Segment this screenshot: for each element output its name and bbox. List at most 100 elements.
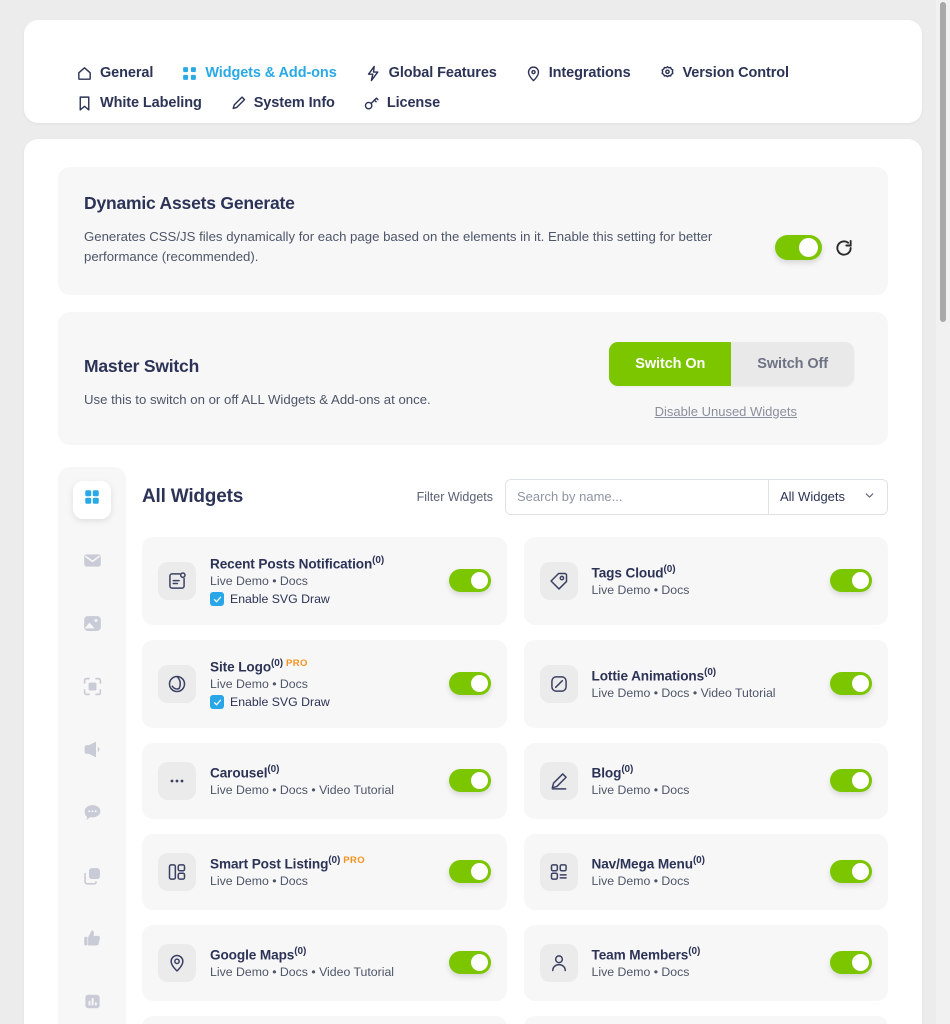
thumbs-up-icon xyxy=(82,928,103,954)
lottie-icon xyxy=(540,665,578,703)
tab-version-control[interactable]: Version Control xyxy=(659,58,789,88)
widget-name-text: Google Maps xyxy=(210,947,294,962)
widget-toggle[interactable] xyxy=(449,769,491,792)
megaphone-icon xyxy=(82,739,103,765)
tab-system-info[interactable]: System Info xyxy=(230,88,335,118)
master-switch-text: Master Switch Use this to switch on or o… xyxy=(84,342,431,410)
widget-toggle[interactable] xyxy=(830,860,872,883)
disable-unused-widgets-link[interactable]: Disable Unused Widgets xyxy=(655,404,797,419)
tab-integrations-label: Integrations xyxy=(549,58,631,88)
widget-card[interactable]: Carousel(0) Live Demo • Docs • Video Tut… xyxy=(142,743,507,819)
widget-info: Carousel(0) Live Demo • Docs • Video Tut… xyxy=(210,764,435,798)
dynamic-assets-toggle[interactable] xyxy=(775,235,822,260)
widget-count: (0) xyxy=(271,658,283,669)
settings-body-card: Dynamic Assets Generate Generates CSS/JS… xyxy=(24,139,922,1024)
widget-card[interactable]: Smart Post Listing(0)PRO Live Demo • Doc… xyxy=(142,834,507,910)
widget-filter-select-value: All Widgets xyxy=(780,489,845,504)
widget-links[interactable]: Live Demo • Docs xyxy=(592,965,817,979)
tab-widgets-addons[interactable]: Widgets & Add-ons xyxy=(181,58,336,88)
widget-name: Tags Cloud(0) xyxy=(592,564,817,581)
master-switch-controls: Switch On Switch Off Disable Unused Widg… xyxy=(609,342,854,419)
rail-item-frame[interactable] xyxy=(73,670,111,708)
search-input[interactable] xyxy=(506,480,769,514)
rail-item-forms[interactable] xyxy=(73,544,111,582)
dynamic-assets-panel: Dynamic Assets Generate Generates CSS/JS… xyxy=(58,167,888,295)
toggle-knob xyxy=(471,772,488,789)
widget-toggle[interactable] xyxy=(830,672,872,695)
widget-links[interactable]: Live Demo • Docs xyxy=(210,574,435,588)
tab-integrations[interactable]: Integrations xyxy=(525,58,631,88)
tab-general[interactable]: General xyxy=(76,58,153,88)
tab-white-labeling[interactable]: White Labeling xyxy=(76,88,202,118)
pro-badge: PRO xyxy=(343,855,365,866)
widget-card[interactable]: Nav/Mega Menu(0) Live Demo • Docs xyxy=(524,834,889,910)
widget-links[interactable]: Live Demo • Docs • Video Tutorial xyxy=(592,686,817,700)
widget-links[interactable]: Live Demo • Docs • Video Tutorial xyxy=(210,965,435,979)
toggle-knob xyxy=(471,675,488,692)
widget-card[interactable]: Site Logo(0)PRO Live Demo • Docs Enable … xyxy=(142,640,507,728)
chevron-down-icon xyxy=(863,489,876,505)
page-scrollbar-track[interactable] xyxy=(936,0,950,1024)
widget-filter-select[interactable]: All Widgets xyxy=(769,480,887,514)
rail-item-charts[interactable] xyxy=(73,985,111,1023)
page-scrollbar-thumb[interactable] xyxy=(940,2,946,322)
widget-card[interactable]: Tags Cloud(0) Live Demo • Docs xyxy=(524,537,889,625)
tab-license[interactable]: License xyxy=(363,88,440,118)
rail-item-chat[interactable] xyxy=(73,796,111,834)
widget-links[interactable]: Live Demo • Docs • Video Tutorial xyxy=(210,783,435,797)
rail-item-all-widgets[interactable] xyxy=(73,481,111,519)
switch-off-button[interactable]: Switch Off xyxy=(731,342,854,386)
rail-item-layers[interactable] xyxy=(73,859,111,897)
widget-links[interactable]: Live Demo • Docs xyxy=(592,874,817,888)
widget-links[interactable]: Live Demo • Docs xyxy=(210,677,435,691)
tab-global-features-label: Global Features xyxy=(389,58,497,88)
widget-card[interactable]: SVG Draw(0) xyxy=(142,1016,507,1024)
enable-svg-draw-checkbox[interactable] xyxy=(210,695,224,709)
widget-card[interactable]: Recent Posts Notification(0) Live Demo •… xyxy=(142,537,507,625)
widget-toggle[interactable] xyxy=(449,860,491,883)
widget-toggle[interactable] xyxy=(830,951,872,974)
tab-global-features[interactable]: Global Features xyxy=(365,58,497,88)
dynamic-assets-title: Dynamic Assets Generate xyxy=(84,193,751,214)
settings-tabs-card: General Widgets & Add-ons Global Feature… xyxy=(24,20,922,123)
master-switch-segmented: Switch On Switch Off xyxy=(609,342,854,386)
enable-svg-draw-label: Enable SVG Draw xyxy=(230,592,330,606)
widget-links[interactable]: Live Demo • Docs xyxy=(592,783,817,797)
widget-links[interactable]: Live Demo • Docs xyxy=(210,874,435,888)
widget-name-text: Site Logo xyxy=(210,659,271,674)
tab-widgets-addons-label: Widgets & Add-ons xyxy=(205,58,336,88)
widget-name-text: Carousel xyxy=(210,765,267,780)
toggle-knob xyxy=(799,238,818,257)
widget-toggle[interactable] xyxy=(449,672,491,695)
widget-info: Team Members(0) Live Demo • Docs xyxy=(592,946,817,980)
refresh-icon[interactable] xyxy=(834,238,854,258)
widget-links[interactable]: Live Demo • Docs xyxy=(592,583,817,597)
switch-on-button[interactable]: Switch On xyxy=(609,342,731,386)
chat-icon xyxy=(82,802,103,828)
widget-card[interactable]: Team Members(0) Live Demo • Docs xyxy=(524,925,889,1001)
enable-svg-draw-checkbox[interactable] xyxy=(210,592,224,606)
widget-card[interactable]: Google Maps(0) Live Demo • Docs • Video … xyxy=(142,925,507,1001)
widgets-area: All Widgets Filter Widgets All Widgets xyxy=(24,467,922,1024)
widgets-toolbar: All Widgets Filter Widgets All Widgets xyxy=(142,467,888,537)
widget-toggle[interactable] xyxy=(830,569,872,592)
widget-count: (0) xyxy=(372,555,384,566)
user-icon xyxy=(540,944,578,982)
bolt-icon xyxy=(365,65,382,82)
widget-checkbox-row[interactable]: Enable SVG Draw xyxy=(210,592,435,606)
rail-item-marketing[interactable] xyxy=(73,733,111,771)
widget-toggle[interactable] xyxy=(830,769,872,792)
widget-toggle[interactable] xyxy=(449,951,491,974)
rail-item-social[interactable] xyxy=(73,922,111,960)
widget-checkbox-row[interactable]: Enable SVG Draw xyxy=(210,695,435,709)
widget-card[interactable]: Tabs(0)PRO xyxy=(524,1016,889,1024)
widget-card[interactable]: Blog(0) Live Demo • Docs xyxy=(524,743,889,819)
widget-toggle[interactable] xyxy=(449,569,491,592)
home-icon xyxy=(76,65,93,82)
rail-item-media[interactable] xyxy=(73,607,111,645)
filter-zone: Filter Widgets All Widgets xyxy=(417,479,888,515)
widget-card[interactable]: Lottie Animations(0) Live Demo • Docs • … xyxy=(524,640,889,728)
widget-name: Smart Post Listing(0)PRO xyxy=(210,855,435,872)
widget-name-text: Recent Posts Notification xyxy=(210,556,372,571)
key-icon xyxy=(363,95,380,112)
